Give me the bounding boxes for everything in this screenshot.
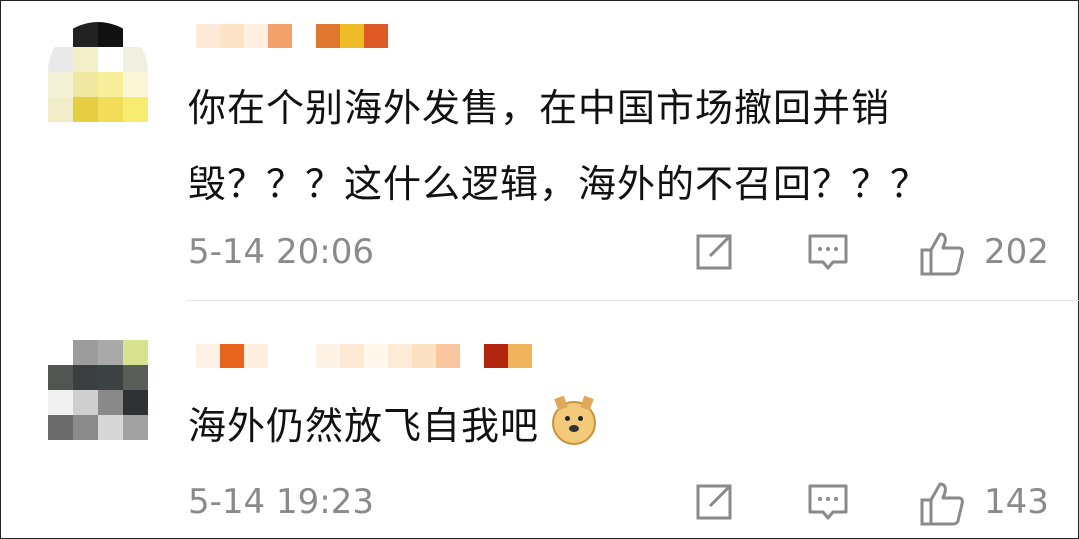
thumbs-up-icon: [920, 482, 964, 526]
comment-item: 你在个别海外发售，在中国市场撤回并销 毁？？？这什么逻辑，海外的不召回？？？ 5…: [0, 0, 1079, 300]
like-count: 143: [984, 482, 1049, 522]
comment-button[interactable]: [806, 480, 850, 524]
username-block: [268, 24, 292, 48]
comment-text-line: 你在个别海外发售，在中国市场撤回并销: [188, 86, 891, 130]
comment-bubble-icon: [808, 234, 848, 270]
username-pixelated[interactable]: [196, 344, 532, 368]
username-block: [340, 344, 364, 368]
comment-timestamp: 5-14 20:06: [188, 232, 374, 272]
thumbs-up-icon: [920, 232, 964, 276]
username-block: [460, 344, 484, 368]
username-block: [508, 344, 532, 368]
comment-item: 海外仍然放飞自我吧 5-14 19:23 143: [0, 302, 1079, 539]
username-block: [388, 344, 412, 368]
username-block: [436, 344, 460, 368]
comment-divider: [186, 300, 1079, 301]
like-button[interactable]: [918, 230, 964, 276]
username-block: [340, 24, 364, 48]
share-button[interactable]: [692, 230, 736, 274]
comment-text: 海外仍然放飞自我吧: [188, 388, 1018, 464]
avatar[interactable]: [48, 22, 148, 122]
username-block: [484, 344, 508, 368]
username-block: [220, 24, 244, 48]
username-block: [268, 344, 316, 368]
username-block: [220, 344, 244, 368]
username-block: [364, 344, 388, 368]
doge-emoji-icon: [552, 395, 597, 445]
username-pixelated[interactable]: [196, 24, 388, 48]
comment-button[interactable]: [806, 230, 850, 274]
like-button[interactable]: [918, 480, 964, 526]
username-block: [412, 344, 436, 368]
share-button[interactable]: [692, 480, 736, 524]
username-block: [364, 24, 388, 48]
comment-text-line: 海外仍然放飞自我吧: [188, 404, 540, 448]
username-block: [196, 344, 220, 368]
username-block: [316, 344, 340, 368]
username-block: [196, 24, 220, 48]
username-block: [244, 24, 268, 48]
comment-text: 你在个别海外发售，在中国市场撤回并销 毁？？？这什么逻辑，海外的不召回？？？: [188, 70, 1018, 222]
share-edit-icon: [696, 484, 732, 520]
username-block: [244, 344, 268, 368]
comment-bubble-icon: [808, 484, 848, 520]
like-count: 202: [984, 232, 1049, 272]
username-block: [316, 24, 340, 48]
comment-text-line: 毁？？？这什么逻辑，海外的不召回？？？: [188, 162, 930, 206]
comment-timestamp: 5-14 19:23: [188, 482, 374, 522]
avatar[interactable]: [48, 340, 148, 440]
username-block: [292, 24, 316, 48]
share-edit-icon: [696, 234, 732, 270]
